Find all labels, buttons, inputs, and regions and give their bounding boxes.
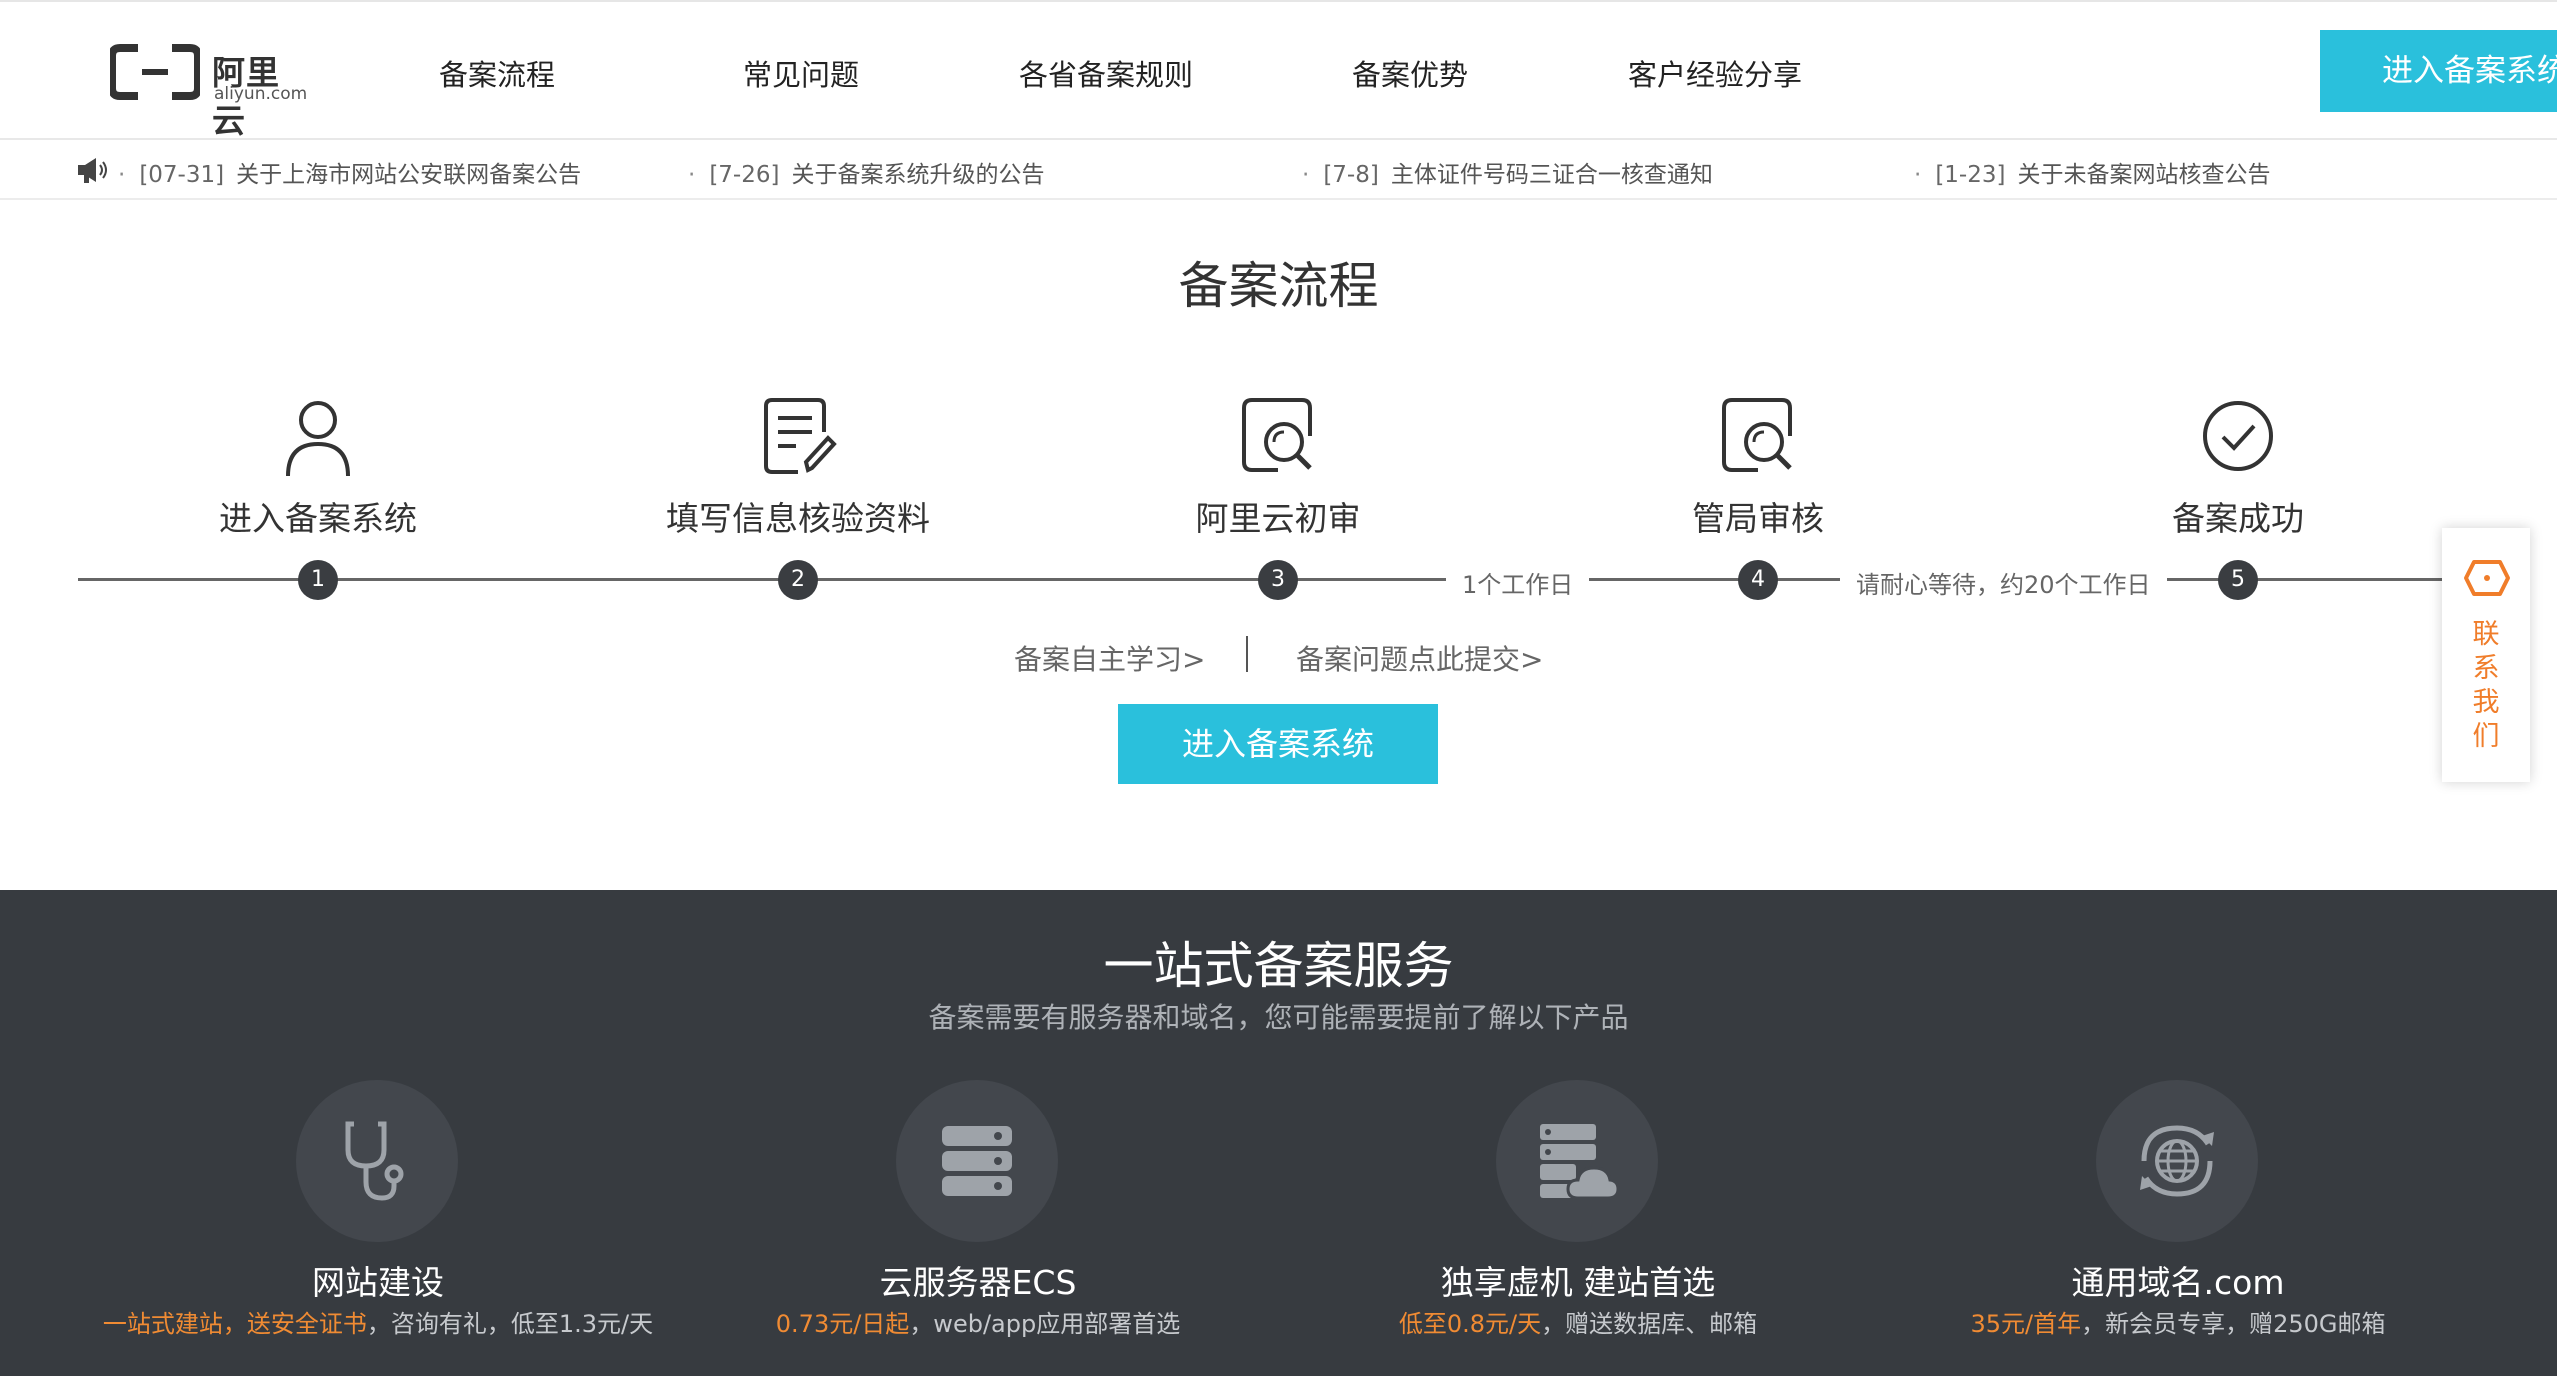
server-stack-icon xyxy=(942,1126,1012,1196)
step-label: 阿里云初审 xyxy=(1195,499,1361,538)
notice-bar: · [07-31] 关于上海市网站公安联网备案公告 · [7-26] 关于备案系统升级的… xyxy=(0,140,2557,200)
globe-refresh-icon xyxy=(2140,1125,2214,1197)
services-section: 一站式备案服务 备案需要有服务器和域名，您可能需要提前了解以下产品 网站建设 一… xyxy=(0,890,2557,1376)
step-label: 管局审核 xyxy=(1692,499,1824,538)
aliyun-logo-icon xyxy=(110,44,200,100)
enter-filing-system-button-top[interactable]: 进入备案系统 xyxy=(2320,30,2557,112)
step-number: 2 xyxy=(778,560,818,600)
nav-item-province-rules[interactable]: 各省备案规则 xyxy=(1019,52,1193,94)
nav-item-process[interactable]: 备案流程 xyxy=(439,52,555,94)
service-name: 网站建设 xyxy=(312,1263,444,1302)
check-circle-icon xyxy=(2203,401,2273,471)
submit-question-link[interactable]: 备案问题点此提交> xyxy=(1296,638,1543,678)
step-label: 填写信息核验资料 xyxy=(666,499,930,538)
step-number: 3 xyxy=(1258,560,1298,600)
service-icon-circle xyxy=(296,1080,458,1242)
header: 阿里云 aliyun.com 备案流程 常见问题 各省备案规则 备案优势 客户经… xyxy=(0,0,2557,140)
process-title: 备案流程 xyxy=(1178,257,1379,315)
page: 阿里云 aliyun.com 备案流程 常见问题 各省备案规则 备案优势 客户经… xyxy=(0,0,2557,1376)
user-icon xyxy=(286,401,350,477)
step-label: 进入备案系统 xyxy=(219,499,417,538)
service-name: 通用域名.com xyxy=(2071,1263,2285,1302)
service-icon-circle xyxy=(1496,1080,1658,1242)
nav-item-faq[interactable]: 常见问题 xyxy=(743,52,859,94)
service-icon-circle xyxy=(2096,1080,2258,1242)
service-desc: 低至0.8元/天，赠送数据库、邮箱 xyxy=(1398,1310,1758,1338)
nav-item-advantages[interactable]: 备案优势 xyxy=(1352,52,1468,94)
services-title: 一站式备案服务 xyxy=(1103,937,1454,995)
service-desc: 一站式建站，送安全证书，咨询有礼，低至1.3元/天 xyxy=(102,1310,654,1338)
notice-item[interactable]: · [1-23] 关于未备案网站核查公告 xyxy=(1914,155,2270,189)
duration-label: 请耐心等待，约20个工作日 xyxy=(1840,565,2167,600)
enter-filing-system-button[interactable]: 进入备案系统 xyxy=(1118,704,1438,784)
service-desc: 35元/首年，新会员专享，赠250G邮箱 xyxy=(1970,1310,2386,1338)
logo-text-en: aliyun.com xyxy=(214,84,308,104)
step-label: 备案成功 xyxy=(2172,499,2304,538)
service-desc: 0.73元/日起，web/app应用部署首选 xyxy=(775,1310,1181,1338)
search-review-icon xyxy=(1242,398,1312,472)
services-subtitle: 备案需要有服务器和域名，您可能需要提前了解以下产品 xyxy=(928,1001,1629,1034)
notice-item[interactable]: · [07-31] 关于上海市网站公安联网备案公告 xyxy=(118,155,581,189)
notice-item[interactable]: · [7-26] 关于备案系统升级的公告 xyxy=(688,155,1044,189)
service-name: 云服务器ECS xyxy=(879,1263,1077,1302)
step-number: 1 xyxy=(298,560,338,600)
chat-bubble-icon xyxy=(2464,560,2510,596)
step-number: 4 xyxy=(1738,560,1778,600)
megaphone-icon xyxy=(78,158,107,183)
service-icon-circle xyxy=(896,1080,1058,1242)
stethoscope-icon xyxy=(345,1121,404,1201)
step-number: 5 xyxy=(2218,560,2258,600)
nav-item-customer-stories[interactable]: 客户经验分享 xyxy=(1628,52,1802,94)
duration-label: 1个工作日 xyxy=(1446,565,1590,600)
search-review-icon xyxy=(1722,398,1792,472)
notice-item[interactable]: · [7-8] 主体证件号码三证合一核查通知 xyxy=(1302,155,1713,189)
logo[interactable]: 阿里云 aliyun.com xyxy=(110,44,310,140)
self-study-link[interactable]: 备案自主学习> xyxy=(1014,638,1205,678)
cloud-server-icon xyxy=(1540,1124,1620,1200)
service-name: 独享虚机 建站首选 xyxy=(1440,1263,1716,1302)
link-divider xyxy=(1246,636,1248,672)
edit-form-icon xyxy=(764,398,837,474)
contact-us-float[interactable]: 联 系 我 们 xyxy=(2442,528,2530,782)
contact-us-label: 联 系 我 们 xyxy=(2472,619,2500,752)
